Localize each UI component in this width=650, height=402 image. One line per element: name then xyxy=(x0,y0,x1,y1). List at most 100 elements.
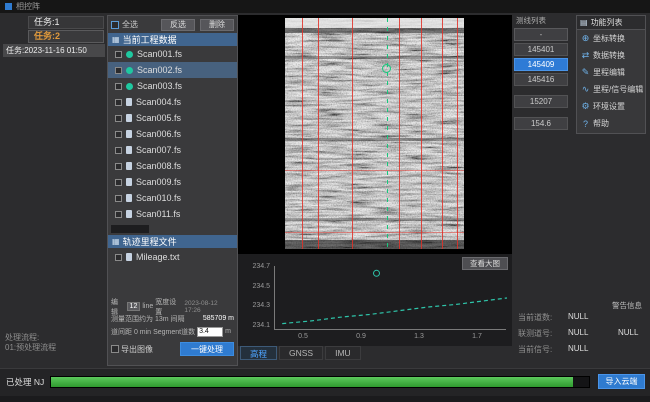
project-data-header: ▦ 当前工程数据 xyxy=(108,33,237,46)
progress-fill xyxy=(51,377,573,387)
info-row: 当前信号: NULL xyxy=(516,344,646,359)
delete-button[interactable]: 删除 xyxy=(200,19,234,31)
line-list-item[interactable]: 15207 xyxy=(514,95,568,108)
red-marker-line xyxy=(442,18,443,249)
menu-item-label: 里程/信号编辑 xyxy=(593,84,643,95)
menu-item-settings[interactable]: ⚙环境设置 xyxy=(577,98,645,115)
settings-value-box: 12 xyxy=(127,302,141,311)
scan-list-item[interactable]: Scan005.fs xyxy=(108,110,237,126)
y-tick: 234.7 xyxy=(252,263,270,270)
line-list-item-selected[interactable]: 145409 xyxy=(514,58,568,71)
list-scroll-stub xyxy=(111,225,149,233)
row-checkbox[interactable] xyxy=(115,83,122,90)
row-checkbox[interactable] xyxy=(115,195,122,202)
invert-selection-button[interactable]: 反选 xyxy=(161,19,195,31)
row-checkbox[interactable] xyxy=(115,99,122,106)
menu-item-mileage-edit[interactable]: ✎里程编辑 xyxy=(577,64,645,81)
folder-grid-icon: ▦ xyxy=(112,35,120,44)
tab-imu[interactable]: IMU xyxy=(325,346,361,360)
scan-list-item[interactable]: Scan009.fs xyxy=(108,174,237,190)
red-marker-line xyxy=(318,18,319,249)
bottom-strip xyxy=(0,396,650,402)
row-checkbox[interactable] xyxy=(115,163,122,170)
one-click-process-button[interactable]: 一键处理 xyxy=(180,342,234,356)
menu-item-data-convert[interactable]: ⇄数据转换 xyxy=(577,47,645,64)
info-row: 当前道数: NULL xyxy=(516,312,646,327)
position-marker xyxy=(374,270,380,276)
row-checkbox[interactable] xyxy=(115,179,122,186)
file-toolbar: 全选 反选 删除 xyxy=(108,16,237,33)
progress-bar xyxy=(50,376,590,388)
elevation-chart-panel: 查看大图 234.7 234.5 234.3 234.1 0.5 0.9 1.3… xyxy=(238,254,512,346)
scan-list-item[interactable]: Scan008.fs xyxy=(108,158,237,174)
segment-input[interactable] xyxy=(197,327,223,337)
row-checkbox[interactable] xyxy=(115,67,122,74)
scan-file-name: Scan002.fs xyxy=(137,65,182,75)
function-panel: ▤ 功能列表 ⊕坐标转换 ⇄数据转换 ✎里程编辑 ∿里程/信号编辑 ⚙环境设置 … xyxy=(576,15,646,134)
window-title: 相控阵 xyxy=(16,1,40,12)
help-icon: ? xyxy=(581,119,590,129)
settings-label: 道间距 0 min xyxy=(111,327,151,337)
task-item-1[interactable]: 任务:1 xyxy=(28,16,104,29)
export-checkbox[interactable] xyxy=(111,345,119,353)
red-marker-line xyxy=(421,18,422,249)
info-label: 当前道数: xyxy=(518,312,552,323)
edit-icon: ✎ xyxy=(581,67,590,78)
file-icon xyxy=(126,162,132,170)
elevation-chart-svg xyxy=(275,266,507,330)
scan-list-item[interactable]: Scan003.fs xyxy=(108,78,237,94)
y-tick: 234.5 xyxy=(252,283,270,290)
row-checkbox[interactable] xyxy=(115,254,122,261)
scan-list-item[interactable]: Scan007.fs xyxy=(108,142,237,158)
info-value: NULL xyxy=(568,344,588,353)
file-icon xyxy=(126,178,132,186)
tab-gnss[interactable]: GNSS xyxy=(279,346,323,360)
info-label: 当前信号: xyxy=(518,344,552,355)
settings-date: 2023-08-12 17:26 xyxy=(184,300,234,314)
collapse-button[interactable]: - xyxy=(514,28,568,41)
scan-file-name: Scan007.fs xyxy=(136,145,181,155)
menu-item-help[interactable]: ?帮助 xyxy=(577,115,645,132)
row-checkbox[interactable] xyxy=(115,131,122,138)
chart-y-axis-labels: 234.7 234.5 234.3 234.1 xyxy=(242,263,270,329)
line-list-item[interactable]: 154.6 xyxy=(514,117,568,130)
radar-image-panel[interactable] xyxy=(238,15,512,254)
transfer-icon: ⇄ xyxy=(581,50,590,61)
scan-list-item[interactable]: Scan011.fs xyxy=(108,206,237,222)
scan-file-name: Scan005.fs xyxy=(136,113,181,123)
scan-list-item[interactable]: Scan006.fs xyxy=(108,126,237,142)
row-checkbox[interactable] xyxy=(115,147,122,154)
red-horizontal-line xyxy=(285,232,464,233)
center-marker-line xyxy=(387,18,388,249)
menu-item-label: 环境设置 xyxy=(593,101,625,112)
radar-bscan-image[interactable] xyxy=(285,18,464,249)
line-list-item[interactable]: 145416 xyxy=(514,73,568,86)
scan-file-name: Scan001.fs xyxy=(137,49,182,59)
row-checkbox[interactable] xyxy=(115,115,122,122)
scan-list-item[interactable]: Scan004.fs xyxy=(108,94,237,110)
menu-item-signal-edit[interactable]: ∿里程/信号编辑 xyxy=(577,81,645,98)
scan-list-item[interactable]: Scan001.fs xyxy=(108,46,237,62)
x-tick: 1.7 xyxy=(472,333,482,340)
tab-elevation[interactable]: 高程 xyxy=(240,346,277,360)
task-item-2[interactable]: 任务:2 xyxy=(28,30,104,43)
scan-list-item[interactable]: Scan010.fs xyxy=(108,190,237,206)
scan-file-name: Scan008.fs xyxy=(136,161,181,171)
scan-list-item-selected[interactable]: Scan002.fs xyxy=(108,62,237,78)
upload-cloud-button[interactable]: 导入云端 xyxy=(598,374,645,389)
settings-row-2: 测量范围约为 13m 间隔 585709 m xyxy=(108,313,237,324)
select-all-checkbox[interactable] xyxy=(111,21,119,29)
red-marker-line xyxy=(399,18,400,249)
line-list-item[interactable]: 145401 xyxy=(514,43,568,56)
red-marker-line xyxy=(352,18,353,249)
function-header-label: 功能列表 xyxy=(591,17,623,28)
red-marker-line xyxy=(302,18,303,249)
track-file-item[interactable]: Mileage.txt xyxy=(108,249,237,265)
menu-item-coordinate-transform[interactable]: ⊕坐标转换 xyxy=(577,30,645,47)
row-checkbox[interactable] xyxy=(115,211,122,218)
settings-row-1: 编辑 12 line 宽度设置 2023-08-12 17:26 xyxy=(108,301,237,312)
y-tick: 234.3 xyxy=(252,302,270,309)
project-header-label: 当前工程数据 xyxy=(123,33,177,46)
file-icon xyxy=(126,114,132,122)
row-checkbox[interactable] xyxy=(115,51,122,58)
